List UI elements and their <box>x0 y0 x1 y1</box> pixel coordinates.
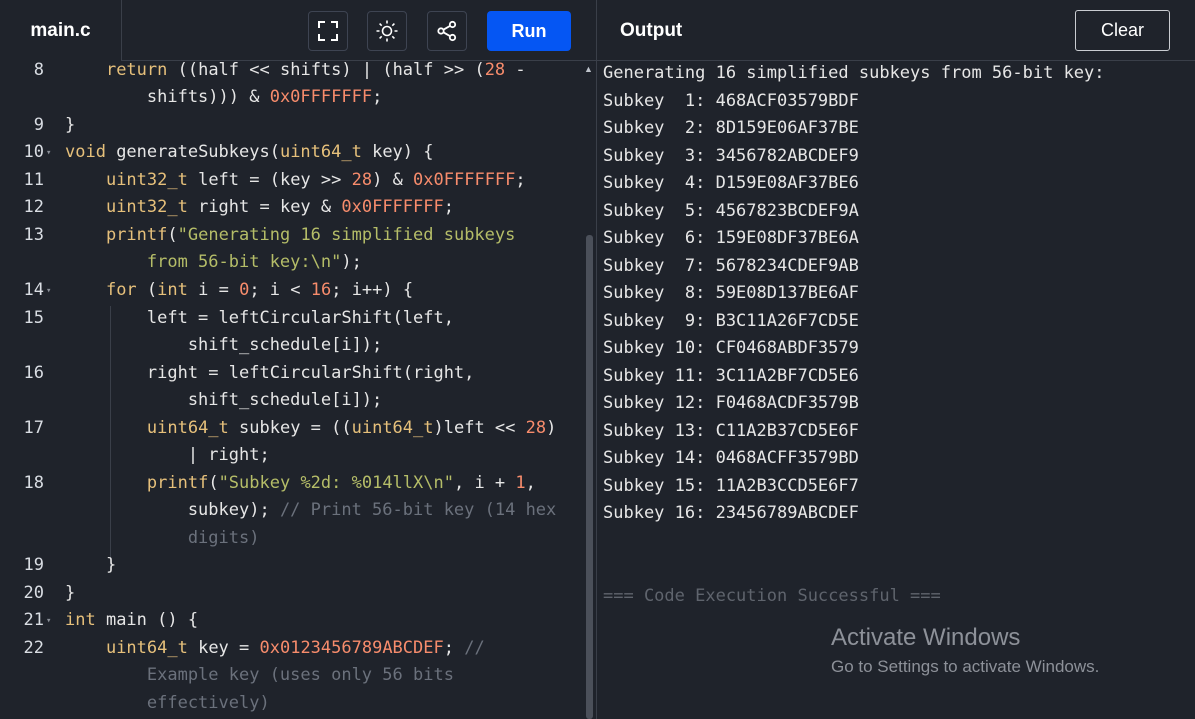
code-line: } <box>65 583 76 603</box>
subkey-line: Subkey 12: F0468ACDF3579B <box>603 393 859 413</box>
clear-button[interactable]: Clear <box>1075 10 1170 51</box>
line-number: 18 <box>23 473 44 493</box>
line-number: 20 <box>23 583 44 603</box>
subkey-line: Subkey 6: 159E08DF37BE6A <box>603 228 859 248</box>
fullscreen-icon <box>318 21 338 41</box>
subkey-line: Subkey 10: CF0468ABDF3579 <box>603 338 859 358</box>
editor-panel: main.c Run 8 9 10 ▾ 11 12 13 14 ▾ 15 16 … <box>0 0 596 719</box>
run-button[interactable]: Run <box>487 11 571 51</box>
subkey-line: Subkey 2: 8D159E06AF37BE <box>603 118 859 138</box>
scroll-up-arrow-icon[interactable]: ▲ <box>584 64 593 74</box>
output-header: Output Clear <box>597 0 1195 61</box>
code-line: for (int i = 0; i < 16; i++) { <box>105 280 414 300</box>
line-number: 21 <box>23 610 44 630</box>
code-line: digits) <box>65 528 260 548</box>
code-line: left = leftCircularShift(left, <box>65 308 454 328</box>
code-line: uint32_t right = key & 0x0FFFFFFF; <box>105 197 454 217</box>
line-number: 17 <box>23 418 44 438</box>
code-line: printf("Subkey %2d: %014llX\n", i + 1, <box>146 473 536 493</box>
execution-status: === Code Execution Successful === <box>603 586 941 606</box>
sun-icon <box>376 20 398 42</box>
line-number: 22 <box>23 638 44 658</box>
activate-windows-title: Activate Windows <box>831 624 1021 651</box>
activate-windows-subtitle: Go to Settings to activate Windows. <box>831 657 1100 676</box>
line-number: 13 <box>23 225 44 245</box>
theme-toggle-button[interactable] <box>367 11 407 51</box>
fold-arrow-icon[interactable]: ▾ <box>46 148 51 158</box>
line-number: 14 <box>23 280 44 300</box>
subkey-line: Subkey 3: 3456782ABCDEF9 <box>603 146 859 166</box>
output-line: Generating 16 simplified subkeys from 56… <box>603 63 1105 83</box>
file-tab-main-c[interactable]: main.c <box>0 0 122 61</box>
code-line: shift_schedule[i]); <box>65 390 383 410</box>
subkey-line: Subkey 13: C11A2B37CD5E6F <box>603 421 859 441</box>
code-editor[interactable]: 8 9 10 ▾ 11 12 13 14 ▾ 15 16 17 18 19 20… <box>0 60 584 719</box>
code-line: shift_schedule[i]); <box>65 335 383 355</box>
code-line: printf("Generating 16 simplified subkeys <box>105 225 516 245</box>
share-icon <box>437 20 457 42</box>
subkey-line: Subkey 15: 11A2B3CCD5E6F7 <box>603 476 859 496</box>
subkey-line: Subkey 14: 0468ACFF3579BD <box>603 448 859 468</box>
code-line: Example key (uses only 56 bits <box>65 665 454 685</box>
code-line: uint64_t subkey = ((uint64_t)left << 28) <box>146 418 557 438</box>
code-line: right = leftCircularShift(right, <box>65 363 475 383</box>
line-number: 9 <box>33 115 44 135</box>
output-panel: Output Clear Generating 16 simplified su… <box>596 0 1195 719</box>
subkey-line: Subkey 1: 468ACF03579BDF <box>603 91 859 111</box>
fullscreen-button[interactable] <box>308 11 348 51</box>
code-line: int main () { <box>65 610 199 630</box>
subkey-line: Subkey 11: 3C11A2BF7CD5E6 <box>603 366 859 386</box>
line-number: 15 <box>23 308 44 328</box>
code-line: subkey); // Print 56-bit key (14 hex <box>65 500 557 520</box>
line-number: 19 <box>23 555 44 575</box>
subkey-line: Subkey 7: 5678234CDEF9AB <box>603 256 859 276</box>
code-line: shifts))) & 0x0FFFFFFF; <box>65 87 383 107</box>
code-line: | right; <box>65 445 270 465</box>
editor-toolbar: main.c Run <box>0 0 596 61</box>
code-line: } <box>65 115 76 135</box>
subkey-line: Subkey 4: D159E08AF37BE6 <box>603 173 859 193</box>
subkey-line: Subkey 9: B3C11A26F7CD5E <box>603 311 859 331</box>
line-number: 8 <box>33 60 44 80</box>
fold-arrow-icon[interactable]: ▾ <box>46 616 51 626</box>
subkey-line: Subkey 8: 59E08D137BE6AF <box>603 283 859 303</box>
editor-scrollbar[interactable] <box>586 235 593 719</box>
code-line: from 56-bit key:\n"); <box>65 252 362 272</box>
fold-arrow-icon[interactable]: ▾ <box>46 286 51 296</box>
line-number: 16 <box>23 363 44 383</box>
code-line: uint64_t key = 0x0123456789ABCDEF; // <box>105 638 485 658</box>
subkey-line: Subkey 5: 4567823BCDEF9A <box>603 201 859 221</box>
output-title: Output <box>620 20 683 41</box>
line-number: 10 <box>23 142 44 162</box>
subkey-line: Subkey 16: 23456789ABCDEF <box>603 503 859 523</box>
code-line: uint32_t left = (key >> 28) & 0x0FFFFFFF… <box>105 170 526 190</box>
code-line: effectively) <box>65 693 270 713</box>
code-line: } <box>65 555 117 575</box>
line-number: 12 <box>23 197 44 217</box>
code-line: void generateSubkeys(uint64_t key) { <box>65 142 434 162</box>
code-line: return ((half << shifts) | (half >> (28 … <box>105 60 526 80</box>
share-button[interactable] <box>427 11 467 51</box>
line-number: 11 <box>23 170 44 190</box>
